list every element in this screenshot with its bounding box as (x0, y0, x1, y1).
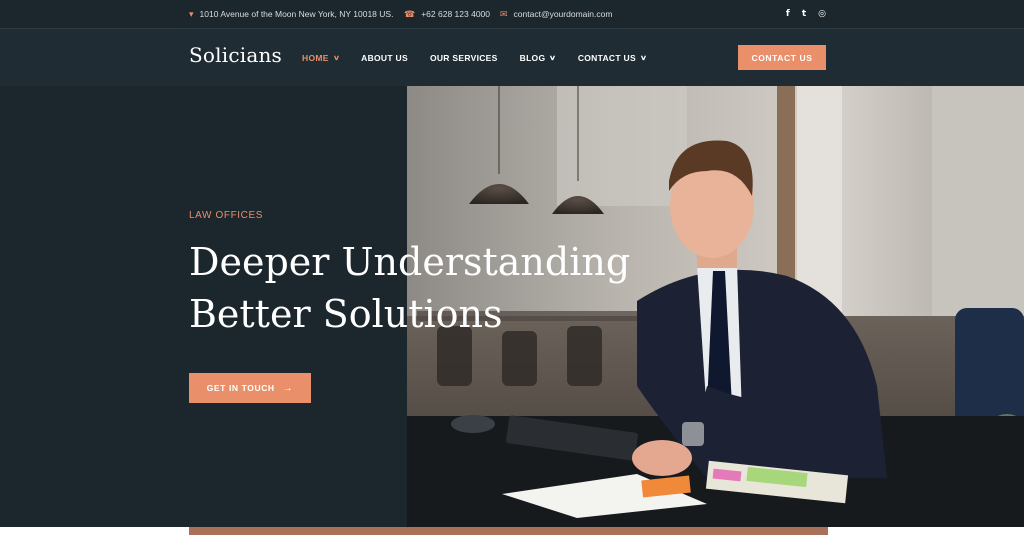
arrow-right-icon: → (282, 382, 294, 394)
hero-headline-line-2: Better Solutions (189, 292, 503, 336)
nav-item-about-us[interactable]: ABOUT US (361, 53, 408, 63)
nav-item-label: BLOG (519, 53, 546, 63)
chevron-down-icon: ∨ (332, 55, 341, 62)
instagram-icon[interactable]: ◎ (818, 9, 826, 19)
site-logo[interactable]: Solicians (189, 43, 282, 67)
accent-bar (189, 527, 828, 535)
main-menu: HOME ∨ ABOUT US OUR SERVICES BLOG ∨ CONT… (302, 29, 668, 87)
hero-bottom-strip (0, 527, 1024, 535)
phone-info[interactable]: ☎ +62 628 123 4000 (404, 0, 490, 28)
get-in-touch-button[interactable]: GET IN TOUCH → (189, 373, 311, 403)
top-info-bar: ▾ 1010 Avenue of the Moon New York, NY 1… (0, 0, 1024, 28)
hero-headline: Deeper Understanding Better Solutions (189, 236, 649, 340)
chevron-down-icon: ∨ (639, 55, 648, 62)
nav-item-label: HOME (302, 53, 329, 63)
email-text[interactable]: contact@yourdomain.com (514, 9, 613, 19)
social-links: f t ◎ (786, 0, 826, 28)
nav-item-label: CONTACT US (577, 53, 636, 63)
address-text: 1010 Avenue of the Moon New York, NY 100… (199, 9, 394, 19)
hero-section: LAW OFFICES Deeper Understanding Better … (0, 86, 1024, 527)
nav-item-label: ABOUT US (361, 53, 408, 63)
nav-item-home[interactable]: HOME ∨ (302, 53, 341, 63)
nav-item-blog[interactable]: BLOG ∨ (519, 53, 557, 63)
chevron-down-icon: ∨ (549, 55, 557, 62)
address-info: ▾ 1010 Avenue of the Moon New York, NY 1… (189, 0, 393, 28)
nav-item-contact-us[interactable]: CONTACT US ∨ (578, 53, 647, 63)
facebook-icon[interactable]: f (786, 9, 790, 19)
nav-item-label: OUR SERVICES (429, 53, 498, 63)
hero-eyebrow: LAW OFFICES (189, 210, 264, 221)
phone-icon: ☎ (404, 8, 416, 19)
twitter-icon[interactable]: t (802, 9, 806, 19)
hero-headline-line-1: Deeper Understanding (189, 240, 631, 284)
main-navbar: Solicians HOME ∨ ABOUT US OUR SERVICES B… (0, 28, 1024, 86)
contact-us-button[interactable]: CONTACT US (738, 45, 826, 70)
get-in-touch-label: GET IN TOUCH (206, 383, 275, 393)
envelope-icon: ✉ (500, 8, 508, 19)
map-pin-icon: ▾ (189, 8, 194, 19)
phone-text[interactable]: +62 628 123 4000 (421, 9, 490, 19)
nav-item-our-services[interactable]: OUR SERVICES (430, 53, 498, 63)
email-info[interactable]: ✉ contact@yourdomain.com (500, 0, 612, 28)
